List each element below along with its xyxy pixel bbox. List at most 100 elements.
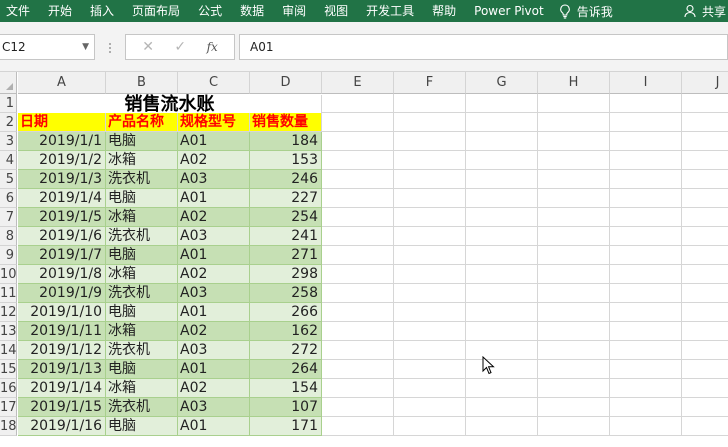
tab-file[interactable]: 文件 — [0, 0, 39, 22]
empty-cell[interactable] — [322, 341, 394, 360]
empty-cell[interactable] — [394, 379, 466, 398]
row-header-16[interactable]: 16 — [0, 379, 17, 398]
table-cell[interactable]: 2019/1/12 — [18, 341, 106, 360]
empty-cell[interactable] — [394, 132, 466, 151]
row-header-4[interactable]: 4 — [0, 151, 17, 170]
empty-cell[interactable] — [610, 303, 682, 322]
empty-cell[interactable] — [538, 322, 610, 341]
table-cell[interactable]: A02 — [178, 208, 250, 227]
empty-cell[interactable] — [682, 170, 728, 189]
empty-cell[interactable] — [538, 170, 610, 189]
table-cell[interactable]: 2019/1/1 — [18, 132, 106, 151]
table-cell[interactable]: 冰箱 — [106, 379, 178, 398]
table-cell[interactable]: 227 — [250, 189, 322, 208]
table-cell[interactable]: A01 — [178, 360, 250, 379]
empty-cell[interactable] — [610, 170, 682, 189]
empty-cell[interactable] — [466, 417, 538, 436]
column-header-j[interactable]: J — [682, 72, 728, 94]
tab-insert[interactable]: 插入 — [81, 0, 123, 22]
empty-cell[interactable] — [610, 417, 682, 436]
empty-cell[interactable] — [610, 113, 682, 132]
formula-bar-grip-icon[interactable] — [108, 41, 112, 55]
empty-cell[interactable] — [394, 303, 466, 322]
empty-cell[interactable] — [682, 227, 728, 246]
table-cell[interactable]: 154 — [250, 379, 322, 398]
empty-cell[interactable] — [322, 132, 394, 151]
empty-cell[interactable] — [322, 417, 394, 436]
empty-cell[interactable] — [466, 284, 538, 303]
row-header-9[interactable]: 9 — [0, 246, 17, 265]
table-cell[interactable]: 266 — [250, 303, 322, 322]
table-cell[interactable]: A01 — [178, 246, 250, 265]
empty-cell[interactable] — [538, 227, 610, 246]
table-cell[interactable]: 184 — [250, 132, 322, 151]
table-cell[interactable]: 电脑 — [106, 246, 178, 265]
table-cell[interactable]: 264 — [250, 360, 322, 379]
table-cell[interactable]: 241 — [250, 227, 322, 246]
select-all-corner[interactable] — [0, 72, 17, 94]
share-button[interactable]: 共享 — [684, 0, 726, 22]
table-cell[interactable]: 107 — [250, 398, 322, 417]
empty-cell[interactable] — [610, 94, 682, 113]
row-header-5[interactable]: 5 — [0, 170, 17, 189]
table-cell[interactable]: 冰箱 — [106, 265, 178, 284]
table-cell[interactable]: 2019/1/15 — [18, 398, 106, 417]
tab-view[interactable]: 视图 — [315, 0, 357, 22]
table-cell[interactable]: A03 — [178, 341, 250, 360]
empty-cell[interactable] — [538, 151, 610, 170]
table-cell[interactable]: 洗衣机 — [106, 341, 178, 360]
empty-cell[interactable] — [682, 94, 728, 113]
empty-cell[interactable] — [322, 170, 394, 189]
empty-cell[interactable] — [610, 341, 682, 360]
table-cell[interactable]: A02 — [178, 322, 250, 341]
table-cell[interactable]: 2019/1/5 — [18, 208, 106, 227]
empty-cell[interactable] — [466, 113, 538, 132]
empty-cell[interactable] — [322, 398, 394, 417]
empty-cell[interactable] — [538, 208, 610, 227]
table-cell[interactable]: 洗衣机 — [106, 227, 178, 246]
empty-cell[interactable] — [466, 132, 538, 151]
empty-cell[interactable] — [322, 379, 394, 398]
empty-cell[interactable] — [610, 227, 682, 246]
table-cell[interactable]: 2019/1/9 — [18, 284, 106, 303]
row-header-17[interactable]: 17 — [0, 398, 17, 417]
empty-cell[interactable] — [466, 170, 538, 189]
empty-cell[interactable] — [682, 151, 728, 170]
empty-cell[interactable] — [394, 189, 466, 208]
table-cell[interactable]: 冰箱 — [106, 208, 178, 227]
empty-cell[interactable] — [466, 189, 538, 208]
empty-cell[interactable] — [538, 265, 610, 284]
empty-cell[interactable] — [682, 341, 728, 360]
table-header-cell[interactable]: 产品名称 — [106, 113, 178, 132]
empty-cell[interactable] — [610, 208, 682, 227]
table-cell[interactable]: 电脑 — [106, 417, 178, 436]
empty-cell[interactable] — [538, 189, 610, 208]
table-cell[interactable]: 2019/1/3 — [18, 170, 106, 189]
sheet-title[interactable]: 销售流水账 — [18, 95, 322, 114]
table-cell[interactable]: 254 — [250, 208, 322, 227]
column-header-b[interactable]: B — [106, 72, 178, 94]
table-cell[interactable]: 2019/1/14 — [18, 379, 106, 398]
chevron-down-icon[interactable]: ▼ — [82, 35, 89, 59]
tab-developer[interactable]: 开发工具 — [357, 0, 423, 22]
empty-cell[interactable] — [322, 303, 394, 322]
table-cell[interactable]: A01 — [178, 303, 250, 322]
empty-cell[interactable] — [394, 284, 466, 303]
row-header-11[interactable]: 11 — [0, 284, 17, 303]
empty-cell[interactable] — [682, 360, 728, 379]
table-cell[interactable]: A01 — [178, 132, 250, 151]
tab-help[interactable]: 帮助 — [423, 0, 465, 22]
row-header-13[interactable]: 13 — [0, 322, 17, 341]
empty-cell[interactable] — [538, 132, 610, 151]
table-header-cell[interactable]: 销售数量 — [250, 113, 322, 132]
empty-cell[interactable] — [682, 132, 728, 151]
empty-cell[interactable] — [322, 322, 394, 341]
row-header-7[interactable]: 7 — [0, 208, 17, 227]
table-cell[interactable]: A03 — [178, 170, 250, 189]
table-cell[interactable]: A03 — [178, 227, 250, 246]
column-header-h[interactable]: H — [538, 72, 610, 94]
table-cell[interactable]: 258 — [250, 284, 322, 303]
empty-cell[interactable] — [394, 113, 466, 132]
empty-cell[interactable] — [610, 360, 682, 379]
empty-cell[interactable] — [538, 94, 610, 113]
